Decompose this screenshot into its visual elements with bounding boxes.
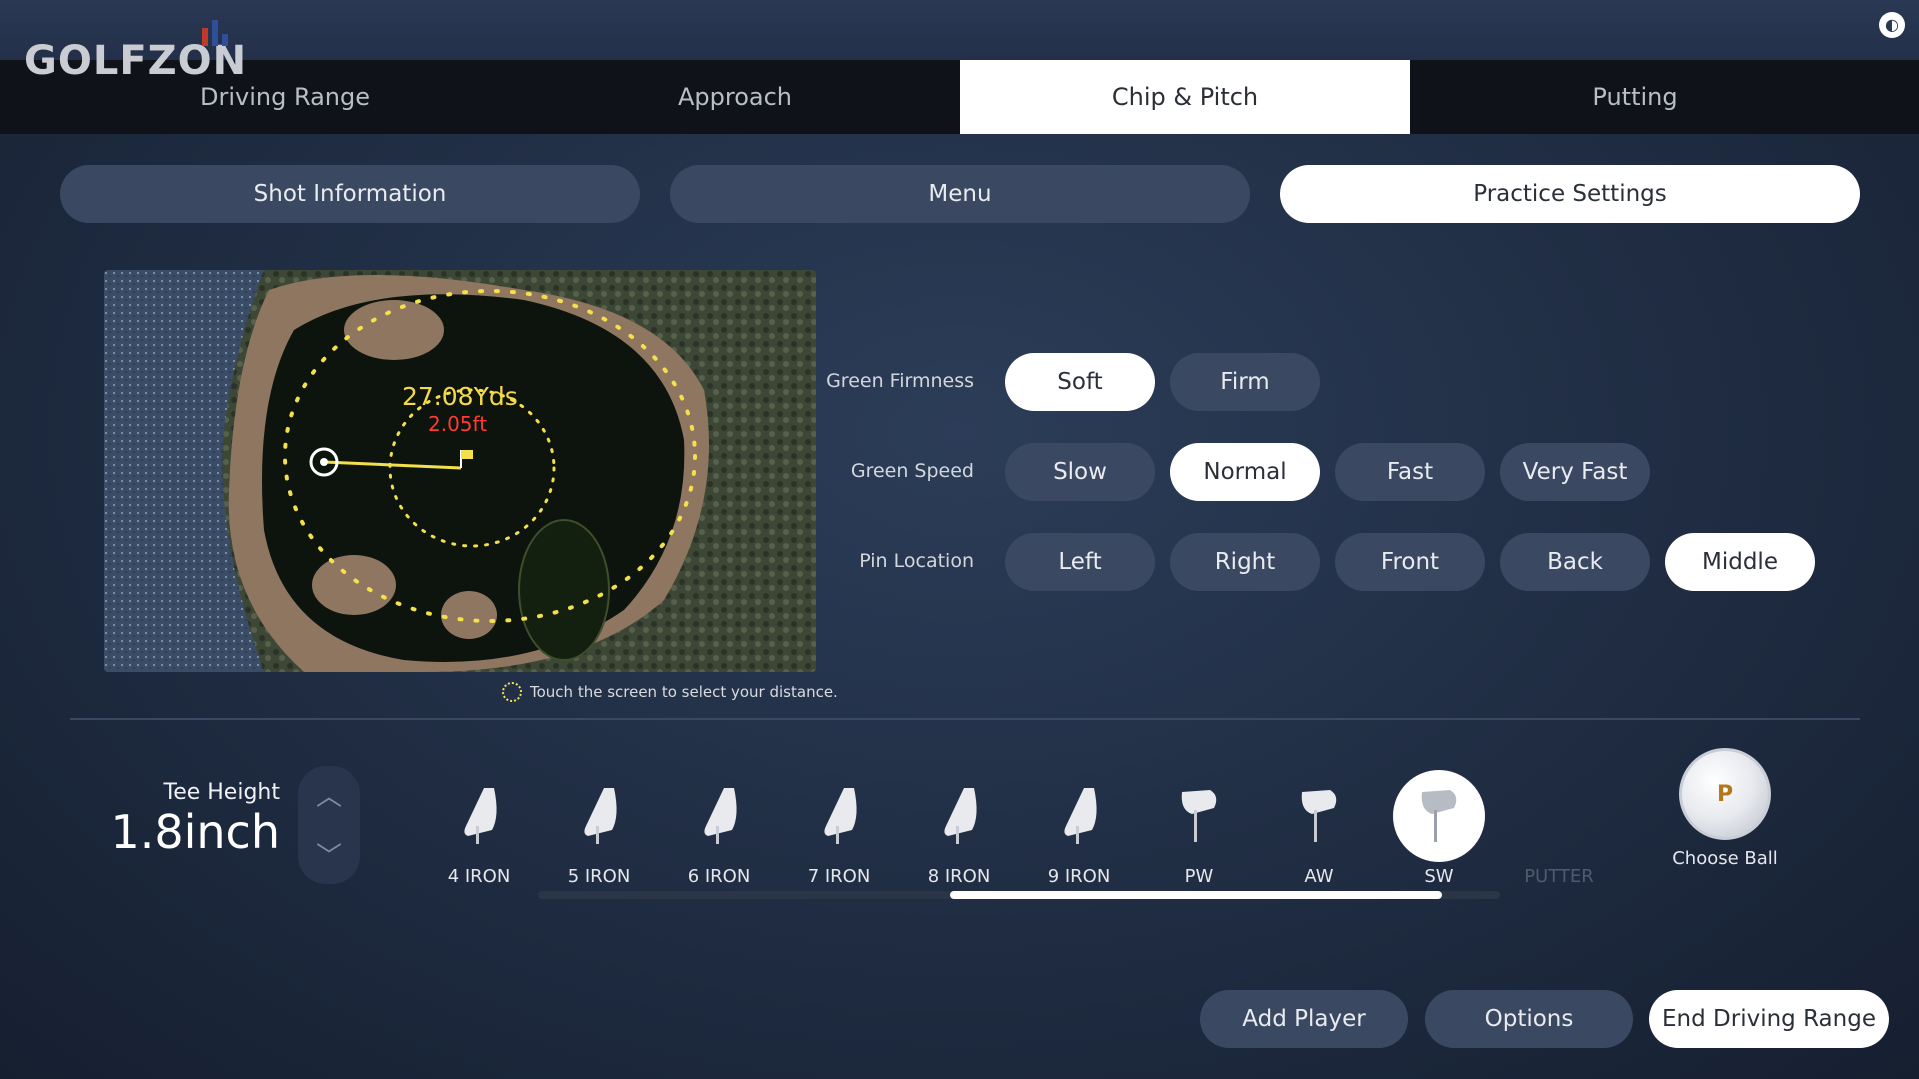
end-driving-range-button[interactable]: End Driving Range	[1649, 990, 1889, 1048]
speed-very-fast-button[interactable]: Very Fast	[1500, 443, 1650, 501]
tee-height-stepper: ︿ ﹀	[298, 766, 360, 884]
iron-icon	[913, 770, 1005, 862]
pin-location-label: Pin Location	[859, 550, 974, 572]
touch-hint-text: Touch the screen to select your distance…	[530, 683, 838, 701]
club-label: SW	[1424, 866, 1454, 887]
pin-right-button[interactable]: Right	[1170, 533, 1320, 591]
height-feet: 2.05ft	[428, 412, 488, 436]
iron-icon	[793, 770, 885, 862]
dotted-circle-icon	[502, 682, 522, 702]
section-divider	[70, 718, 1860, 720]
options-button[interactable]: Options	[1425, 990, 1633, 1048]
green-speed-label: Green Speed	[850, 460, 974, 482]
club-label: 8 IRON	[927, 866, 991, 887]
tee-down-chevron-icon[interactable]: ﹀	[298, 836, 360, 873]
top-bar	[0, 0, 1919, 60]
club-8-iron[interactable]: 8 IRON	[909, 770, 1009, 887]
wedge-icon	[1273, 770, 1365, 862]
iron-icon	[433, 770, 525, 862]
practice-settings-button[interactable]: Practice Settings	[1280, 165, 1860, 223]
firmness-soft-button[interactable]: Soft	[1005, 353, 1155, 411]
pin-front-button[interactable]: Front	[1335, 533, 1485, 591]
tab-approach[interactable]: Approach	[510, 60, 960, 134]
tab-chip-pitch[interactable]: Chip & Pitch	[960, 60, 1410, 134]
tee-height-value: 1.8inch	[110, 805, 280, 859]
pin-middle-button[interactable]: Middle	[1665, 533, 1815, 591]
wedge-icon	[1393, 770, 1485, 862]
club-9-iron[interactable]: 9 IRON	[1029, 770, 1129, 887]
club-scrollbar-thumb[interactable]	[950, 891, 1442, 899]
putter-icon	[1513, 770, 1605, 862]
club-pw[interactable]: PW	[1149, 770, 1249, 887]
club-6-iron[interactable]: 6 IRON	[669, 770, 769, 887]
pin-left-button[interactable]: Left	[1005, 533, 1155, 591]
settings-corner-icon[interactable]: ◐	[1879, 12, 1905, 38]
iron-icon	[1033, 770, 1125, 862]
club-aw[interactable]: AW	[1269, 770, 1369, 887]
panel-selector: Shot Information Menu Practice Settings	[60, 165, 1860, 225]
iron-icon	[553, 770, 645, 862]
club-label: 9 IRON	[1047, 866, 1111, 887]
club-label: 5 IRON	[567, 866, 631, 887]
green-firmness-label: Green Firmness	[826, 370, 974, 392]
touch-hint: Touch the screen to select your distance…	[502, 682, 838, 702]
menu-button[interactable]: Menu	[670, 165, 1250, 223]
club-label: 6 IRON	[687, 866, 751, 887]
firmness-firm-button[interactable]: Firm	[1170, 353, 1320, 411]
choose-ball-label: Choose Ball	[1672, 848, 1778, 869]
speed-normal-button[interactable]: Normal	[1170, 443, 1320, 501]
add-player-button[interactable]: Add Player	[1200, 990, 1408, 1048]
club-label: AW	[1304, 866, 1334, 887]
tab-putting[interactable]: Putting	[1410, 60, 1860, 134]
tee-height-label: Tee Height	[163, 780, 281, 805]
mode-tabs: Driving Range Approach Chip & Pitch Putt…	[0, 60, 1919, 134]
choose-ball-button[interactable]: P Choose Ball	[1660, 748, 1790, 869]
club-7-iron[interactable]: 7 IRON	[789, 770, 889, 887]
club-label: 7 IRON	[807, 866, 871, 887]
distance-yards: 27.08Yds	[402, 382, 518, 411]
logo-bars-icon	[202, 14, 232, 46]
shot-information-button[interactable]: Shot Information	[60, 165, 640, 223]
club-label: PUTTER	[1524, 866, 1594, 887]
tee-up-chevron-icon[interactable]: ︿	[298, 776, 360, 813]
speed-fast-button[interactable]: Fast	[1335, 443, 1485, 501]
golf-ball-icon: P	[1679, 748, 1771, 840]
iron-icon	[673, 770, 765, 862]
club-label: PW	[1184, 866, 1214, 887]
pin-back-button[interactable]: Back	[1500, 533, 1650, 591]
club-sw[interactable]: SW	[1389, 770, 1489, 887]
wedge-icon	[1153, 770, 1245, 862]
green-map-graphic	[104, 270, 816, 672]
club-5-iron[interactable]: 5 IRON	[549, 770, 649, 887]
green-map[interactable]: 27.08Yds 2.05ft	[104, 270, 816, 672]
speed-slow-button[interactable]: Slow	[1005, 443, 1155, 501]
club-4-iron[interactable]: 4 IRON	[429, 770, 529, 887]
club-putter: PUTTER	[1509, 770, 1609, 887]
club-label: 4 IRON	[447, 866, 511, 887]
